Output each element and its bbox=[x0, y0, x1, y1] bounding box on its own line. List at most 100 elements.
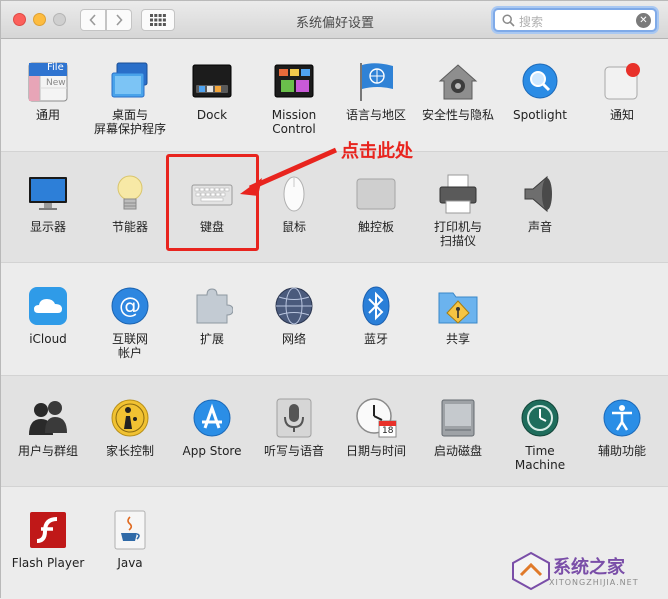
general-icon-file-text: File bbox=[47, 62, 64, 73]
time-machine-icon bbox=[519, 397, 561, 439]
users-silhouette-icon bbox=[27, 397, 69, 439]
house-lock-icon bbox=[437, 61, 479, 103]
pane-displays[interactable]: 显示器 bbox=[7, 173, 89, 234]
watermark: 系统之家 XITONGZHIJIA.NET bbox=[511, 549, 661, 595]
watermark-logo-icon bbox=[512, 551, 550, 591]
pane-energy-saver[interactable]: 节能器 bbox=[89, 173, 171, 234]
chevron-left-icon bbox=[89, 14, 96, 26]
sharing-folder-icon bbox=[437, 285, 479, 327]
title-bar: 系统偏好设置 搜索 ✕ bbox=[1, 1, 668, 39]
chevron-right-icon bbox=[116, 14, 123, 26]
pane-parental-controls[interactable]: 家长控制 bbox=[89, 397, 171, 458]
pane-label: Flash Player bbox=[11, 556, 85, 570]
pane-startup-disk[interactable]: 启动磁盘 bbox=[417, 397, 499, 458]
pane-label: 蓝牙 bbox=[363, 332, 388, 346]
spotlight-magnifier-icon bbox=[519, 61, 561, 103]
pane-label: 通用 bbox=[35, 108, 60, 122]
pane-desktop-screensaver[interactable]: 桌面与 屏幕保护程序 bbox=[89, 61, 171, 136]
pane-time-machine[interactable]: Time Machine bbox=[499, 397, 581, 472]
lightbulb-icon bbox=[109, 173, 151, 215]
at-sign-icon: @ bbox=[109, 285, 151, 327]
pane-label: Java bbox=[117, 556, 143, 570]
bluetooth-icon bbox=[355, 285, 397, 327]
general-icon-new-text: New bbox=[46, 78, 66, 88]
printer-icon bbox=[437, 173, 479, 215]
pane-label: 用户与群组 bbox=[17, 444, 78, 458]
icloud-icon bbox=[27, 285, 69, 327]
minimize-window-button[interactable] bbox=[33, 13, 46, 26]
pane-label: Spotlight bbox=[513, 108, 567, 122]
pane-mission-control[interactable]: Mission Control bbox=[253, 61, 335, 136]
speaker-icon bbox=[519, 173, 561, 215]
pane-flash-player[interactable]: Flash Player bbox=[7, 509, 89, 570]
pane-label: 网络 bbox=[281, 332, 306, 346]
pane-label: 桌面与 屏幕保护程序 bbox=[93, 108, 166, 136]
pane-language-region[interactable]: 语言与地区 bbox=[335, 61, 417, 122]
pane-label: iCloud bbox=[29, 332, 67, 346]
hard-disk-icon bbox=[437, 397, 479, 439]
clear-search-icon[interactable]: ✕ bbox=[636, 13, 651, 28]
dock-icon bbox=[191, 61, 233, 103]
pane-label: 语言与地区 bbox=[345, 108, 406, 122]
pane-security-privacy[interactable]: 安全性与隐私 bbox=[417, 61, 499, 122]
pane-label: Dock bbox=[196, 108, 228, 122]
pane-bluetooth[interactable]: 蓝牙 bbox=[335, 285, 417, 346]
pane-icloud[interactable]: iCloud bbox=[7, 285, 89, 346]
system-preferences-window: 系统偏好设置 搜索 ✕ File New 通用 桌面与 屏幕保护程序 Dock … bbox=[0, 0, 668, 599]
pane-label: App Store bbox=[182, 444, 242, 458]
pane-general[interactable]: File New 通用 bbox=[7, 61, 89, 122]
pane-label: 打印机与 扫描仪 bbox=[433, 220, 482, 248]
zoom-window-button[interactable] bbox=[53, 13, 66, 26]
svg-text:@: @ bbox=[119, 294, 141, 319]
pane-label: 辅助功能 bbox=[597, 444, 646, 458]
app-store-icon bbox=[191, 397, 233, 439]
general-icon: File New bbox=[27, 61, 69, 103]
pane-internet-accounts[interactable]: @ 互联网 帐户 bbox=[89, 285, 171, 360]
pane-label: Time Machine bbox=[514, 444, 566, 472]
desktop-screensaver-icon bbox=[109, 61, 151, 103]
flag-icon bbox=[355, 61, 397, 103]
flash-player-icon bbox=[27, 509, 69, 551]
grid-icon bbox=[150, 14, 166, 26]
calendar-day-text: 18 bbox=[382, 426, 394, 436]
mission-control-icon bbox=[273, 61, 315, 103]
search-placeholder: 搜索 bbox=[519, 15, 544, 29]
close-window-button[interactable] bbox=[13, 13, 26, 26]
pane-sharing[interactable]: 共享 bbox=[417, 285, 499, 346]
pane-printers-scanners[interactable]: 打印机与 扫描仪 bbox=[417, 173, 499, 248]
pane-trackpad[interactable]: 触控板 bbox=[335, 173, 417, 234]
pane-notifications[interactable]: 通知 bbox=[581, 61, 663, 122]
annotation-text: 点击此处 bbox=[341, 141, 413, 162]
pane-label: 显示器 bbox=[29, 220, 66, 234]
puzzle-piece-icon bbox=[191, 285, 234, 327]
parental-controls-icon bbox=[109, 397, 151, 439]
pane-extensions[interactable]: 扩展 bbox=[171, 285, 253, 346]
pane-label: 节能器 bbox=[111, 220, 148, 234]
pane-dock[interactable]: Dock bbox=[171, 61, 253, 122]
search-field[interactable]: 搜索 ✕ bbox=[493, 8, 657, 32]
back-button[interactable] bbox=[80, 9, 106, 31]
pane-network[interactable]: 网络 bbox=[253, 285, 335, 346]
pane-spotlight[interactable]: Spotlight bbox=[499, 61, 581, 122]
trackpad-icon bbox=[355, 173, 397, 215]
pane-users-groups[interactable]: 用户与群组 bbox=[7, 397, 89, 458]
search-icon bbox=[502, 14, 515, 27]
pane-sound[interactable]: 声音 bbox=[499, 173, 581, 234]
pane-label: 家长控制 bbox=[105, 444, 154, 458]
notifications-icon bbox=[601, 61, 643, 103]
pane-dictation-speech[interactable]: 听写与语音 bbox=[253, 397, 335, 458]
pane-app-store[interactable]: App Store bbox=[171, 397, 253, 458]
pane-java[interactable]: Java bbox=[89, 509, 171, 570]
pane-label: 听写与语音 bbox=[263, 444, 324, 458]
pane-label: 安全性与隐私 bbox=[421, 108, 494, 122]
pane-label: 鼠标 bbox=[281, 220, 306, 234]
annotation-arrow-icon bbox=[240, 147, 338, 196]
pane-label: 声音 bbox=[527, 220, 552, 234]
pane-accessibility[interactable]: 辅助功能 bbox=[581, 397, 663, 458]
forward-button[interactable] bbox=[106, 9, 132, 31]
pane-date-time[interactable]: 18 日期与时间 bbox=[335, 397, 417, 458]
watermark-url: XITONGZHIJIA.NET bbox=[549, 578, 639, 587]
show-all-button[interactable] bbox=[141, 9, 175, 31]
globe-network-icon bbox=[273, 285, 315, 327]
pane-label: 日期与时间 bbox=[345, 444, 406, 458]
